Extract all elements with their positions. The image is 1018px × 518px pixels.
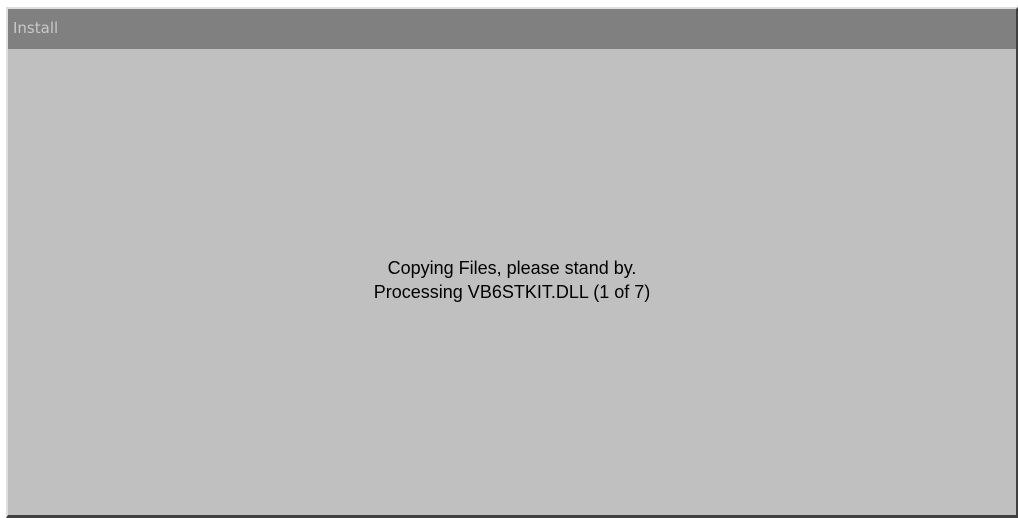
title-bar[interactable]: Install <box>8 9 1016 49</box>
status-message: Copying Files, please stand by. Processi… <box>8 256 1016 304</box>
status-line-processing: Processing VB6STKIT.DLL (1 of 7) <box>373 282 651 302</box>
window-title: Install <box>13 19 59 37</box>
install-dialog: Install Copying Files, please stand by. … <box>6 7 1018 518</box>
status-line-copying: Copying Files, please stand by. <box>387 258 637 278</box>
